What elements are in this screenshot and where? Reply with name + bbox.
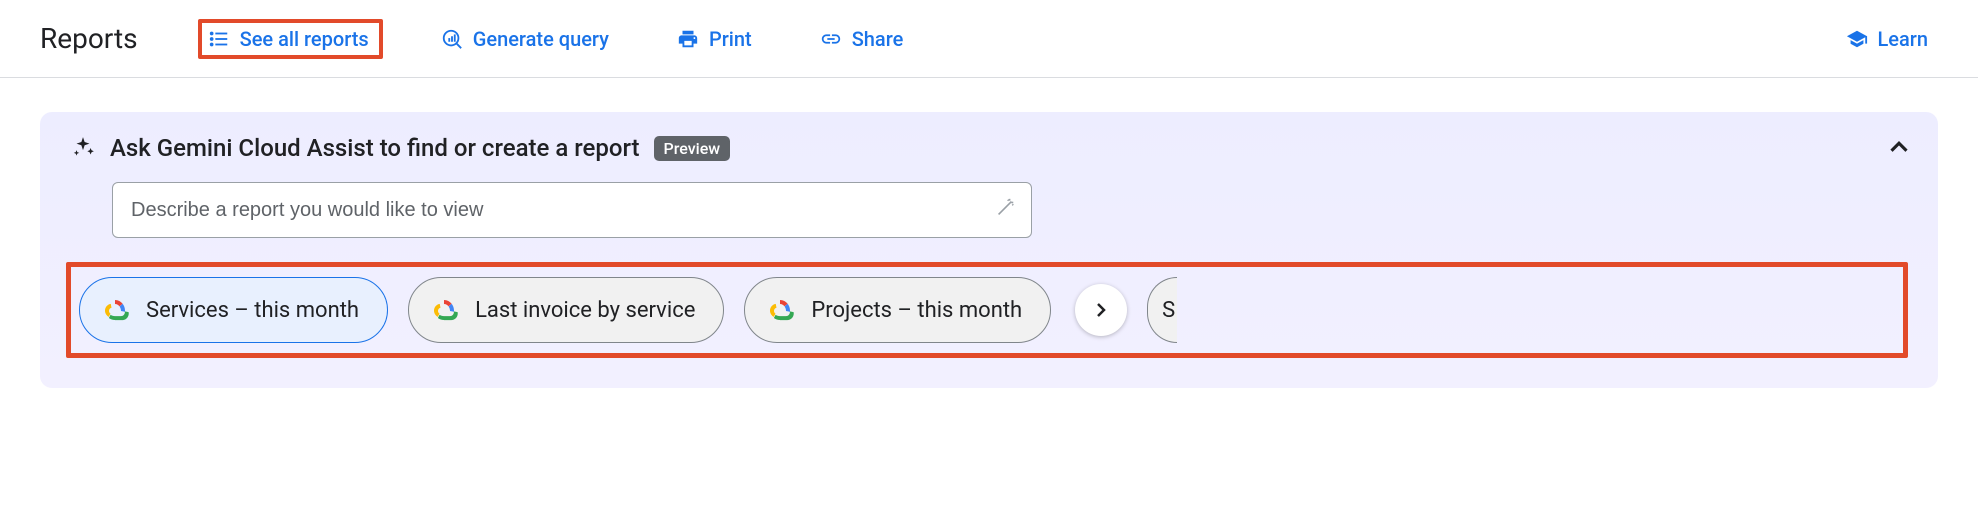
print-button[interactable]: Print	[667, 21, 762, 57]
scroll-chips-right-button[interactable]	[1075, 284, 1127, 336]
chip-projects-this-month[interactable]: Projects – this month	[744, 277, 1051, 343]
google-cloud-icon	[429, 295, 459, 325]
gemini-panel: Ask Gemini Cloud Assist to find or creat…	[40, 112, 1938, 388]
print-icon	[677, 28, 699, 50]
panel-title: Ask Gemini Cloud Assist to find or creat…	[110, 134, 640, 162]
share-label: Share	[852, 27, 904, 51]
google-cloud-icon	[765, 295, 795, 325]
chevron-up-icon	[1884, 132, 1914, 162]
chip-label: Last invoice by service	[475, 298, 695, 323]
panel-container: Ask Gemini Cloud Assist to find or creat…	[0, 78, 1978, 418]
print-label: Print	[709, 27, 752, 51]
chevron-right-icon	[1089, 298, 1113, 322]
list-icon	[208, 28, 230, 50]
collapse-button[interactable]	[1884, 132, 1914, 166]
generate-query-label: Generate query	[473, 27, 609, 51]
see-all-reports-label: See all reports	[240, 27, 369, 51]
query-icon	[441, 28, 463, 50]
graduation-cap-icon	[1846, 28, 1868, 50]
learn-button[interactable]: Learn	[1836, 21, 1939, 57]
link-icon	[820, 28, 842, 50]
chip-last-invoice-by-service[interactable]: Last invoice by service	[408, 277, 724, 343]
report-input-wrap	[112, 182, 1032, 238]
share-button[interactable]: Share	[810, 21, 914, 57]
wand-icon	[994, 197, 1016, 223]
suggestion-chips-row: Services – this month Last invoice by se…	[66, 262, 1908, 358]
see-all-reports-button[interactable]: See all reports	[198, 19, 383, 59]
chip-services-this-month[interactable]: Services – this month	[79, 277, 388, 343]
generate-query-button[interactable]: Generate query	[431, 21, 619, 57]
report-describe-input[interactable]	[112, 182, 1032, 238]
chip-label: Services – this month	[146, 298, 359, 323]
preview-badge: Preview	[654, 136, 731, 161]
overflow-chip-hint: S	[1162, 298, 1175, 323]
topbar: Reports See all reports Generate query P…	[0, 0, 1978, 78]
google-cloud-icon	[100, 295, 130, 325]
sparkle-icon	[70, 135, 96, 161]
overflow-chip-fragment[interactable]: S	[1147, 277, 1177, 343]
panel-header: Ask Gemini Cloud Assist to find or creat…	[70, 134, 1908, 162]
learn-label: Learn	[1878, 27, 1929, 51]
page-title: Reports	[40, 22, 138, 55]
chip-label: Projects – this month	[811, 298, 1022, 323]
topbar-actions: See all reports Generate query Print Sha…	[198, 19, 914, 59]
